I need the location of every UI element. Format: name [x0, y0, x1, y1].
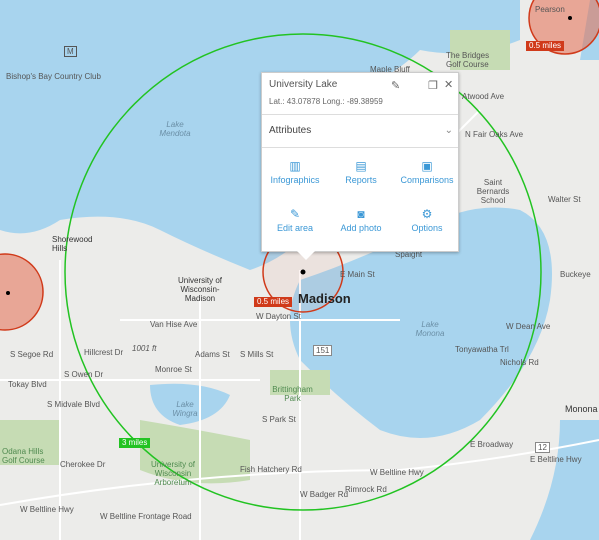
label-lake-mendota: Lake Mendota [159, 120, 191, 138]
popup-title: University Lake [269, 79, 338, 90]
edit-area-label: Edit area [276, 223, 314, 233]
right-ring-label: 0.5 miles [526, 41, 565, 51]
popup-coordinates: Lat.: 43.07878 Long.: -89.38959 [269, 97, 383, 106]
edit-area-button[interactable]: ✎ Edit area [262, 207, 328, 233]
report-icon: ▤ [355, 159, 367, 173]
options-button[interactable]: ⚙ Options [394, 207, 460, 233]
label-dean: W Dean Ave [506, 322, 551, 331]
label-bishops: Bishop's Bay Country Club [6, 72, 101, 81]
label-frontage: W Beltline Frontage Road [100, 512, 192, 521]
label-buckeye: Buckeye [560, 270, 591, 279]
label-dayton: W Dayton St [256, 312, 301, 321]
label-nichols: Nichols Rd [500, 358, 539, 367]
label-uw: University of Wisconsin-Madison [177, 276, 222, 303]
label-cherokee: Cherokee Dr [60, 460, 106, 469]
label-odana: Odana Hills Golf Course [2, 447, 45, 465]
infographics-button[interactable]: ▥ Infographics [262, 159, 328, 185]
label-segoe: S Segoe Rd [10, 350, 54, 359]
label-badger: W Badger Rd [300, 490, 349, 499]
label-shorewood: Shorewood Hills [52, 235, 93, 253]
options-label: Options [411, 223, 443, 233]
label-walter: Walter St [548, 195, 581, 204]
reports-label: Reports [345, 175, 377, 185]
dock-icon[interactable]: ❐ [428, 79, 438, 92]
popup: University Lake Lat.: 43.07878 Long.: -8… [261, 72, 460, 260]
bar-chart-icon: ▥ [289, 159, 301, 173]
attributes-label: Attributes [269, 125, 312, 136]
label-ebelt: E Beltline Hwy [530, 455, 582, 464]
close-icon[interactable]: ✕ [444, 78, 453, 91]
label-fish-hatchery: Fish Hatchery Rd [240, 465, 302, 474]
label-mills: S Mills St [240, 350, 274, 359]
label-tony: Tonyawatha Trl [455, 345, 509, 354]
label-hillcrest: Hillcrest Dr [84, 348, 124, 357]
label-madison: Madison [298, 291, 351, 306]
comparison-icon: ▣ [421, 159, 433, 173]
infographics-label: Infographics [270, 175, 320, 185]
label-tokay: Tokay Blvd [8, 380, 47, 389]
highway-12: 12 [535, 442, 550, 453]
label-van-hise: Van Hise Ave [150, 320, 198, 329]
label-midvale: S Midvale Blvd [47, 400, 100, 409]
label-fair-oaks: N Fair Oaks Ave [465, 130, 524, 139]
label-pearson: Pearson [535, 5, 565, 14]
label-st-bernards: Saint Bernards School [476, 178, 510, 205]
label-owen: S Owen Dr [64, 370, 104, 379]
comparisons-label: Comparisons [400, 175, 454, 185]
site-marker [300, 269, 306, 275]
label-adams: Adams St [195, 350, 230, 359]
label-lake-monona: Lake Monona [415, 320, 445, 338]
reports-button[interactable]: ▤ Reports [328, 159, 394, 185]
label-monona: Monona [565, 404, 598, 414]
highway-151: 151 [313, 345, 333, 356]
label-broadway: E Broadway [470, 440, 514, 449]
label-rimrock: Rimrock Rd [345, 485, 387, 494]
label-emain: E Main St [340, 270, 375, 279]
add-photo-button[interactable]: ◙ Add photo [328, 207, 394, 233]
attributes-toggle[interactable]: Attributes ⌄ [269, 125, 453, 136]
camera-icon: ◙ [357, 207, 365, 221]
label-elevation: 1001 ft [132, 344, 157, 353]
gear-icon: ⚙ [421, 207, 433, 221]
label-wbelt-east: W Beltline Hwy [370, 468, 424, 477]
label-park-st: S Park St [262, 415, 296, 424]
chevron-down-icon: ⌄ [444, 125, 453, 136]
comparisons-button[interactable]: ▣ Comparisons [394, 159, 460, 185]
highway-m: M [64, 46, 77, 57]
label-arboretum: University of Wisconsin Arboretum [150, 460, 195, 487]
label-lake-wingra: Lake Wingra [172, 400, 198, 418]
pencil-icon: ✎ [289, 207, 301, 221]
inner-ring-label: 0.5 miles [254, 297, 293, 307]
label-wbelt: W Beltline Hwy [20, 505, 74, 514]
add-photo-label: Add photo [340, 223, 382, 233]
edit-pencil-icon[interactable]: ✎ [391, 79, 400, 92]
outer-ring-label: 3 miles [119, 438, 151, 448]
label-brittingham: Brittingham Park [272, 385, 313, 403]
label-monroe: Monroe St [155, 365, 192, 374]
label-atwood: Atwood Ave [462, 92, 505, 101]
label-bridges: The Bridges Golf Course [446, 51, 490, 69]
